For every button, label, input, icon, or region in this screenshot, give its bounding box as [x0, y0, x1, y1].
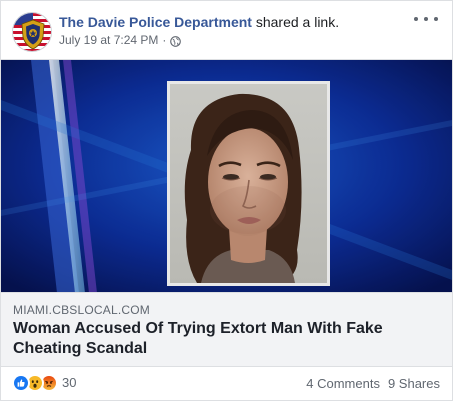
engagement-stats: 4 Comments 9 Shares [306, 375, 440, 393]
shares-count-link[interactable]: 9 Shares [388, 375, 440, 393]
page-avatar[interactable] [12, 12, 52, 52]
post-footer: 30 4 Comments 9 Shares [1, 367, 452, 401]
police-badge-icon [13, 13, 51, 51]
mugshot-news-image [1, 60, 452, 292]
link-domain: MIAMI.CBSLOCAL.COM [13, 303, 150, 317]
reactions-summary[interactable]: 30 [12, 374, 76, 392]
meta-separator: · [162, 33, 167, 47]
facebook-post: The Davie Police Department shared a lin… [0, 0, 453, 401]
more-options-icon[interactable] [414, 11, 438, 27]
globe-icon[interactable] [170, 35, 182, 47]
post-action-text: shared a link. [251, 14, 340, 30]
post-header: The Davie Police Department shared a lin… [1, 1, 452, 57]
page-name-link[interactable]: The Davie Police Department [59, 14, 252, 30]
link-caption[interactable]: MIAMI.CBSLOCAL.COM Woman Accused Of Tryi… [1, 292, 452, 367]
link-preview-image[interactable] [1, 59, 452, 292]
post-meta: July 19 at 7:24 PM · [59, 32, 182, 48]
post-title-line: The Davie Police Department shared a lin… [59, 13, 339, 31]
link-headline[interactable]: Woman Accused Of Trying Extort Man With … [13, 319, 438, 359]
reaction-count: 30 [62, 375, 77, 390]
post-timestamp[interactable]: July 19 at 7:24 PM [59, 32, 158, 48]
comments-count-link[interactable]: 4 Comments [306, 375, 380, 393]
like-reaction-icon [12, 374, 30, 392]
